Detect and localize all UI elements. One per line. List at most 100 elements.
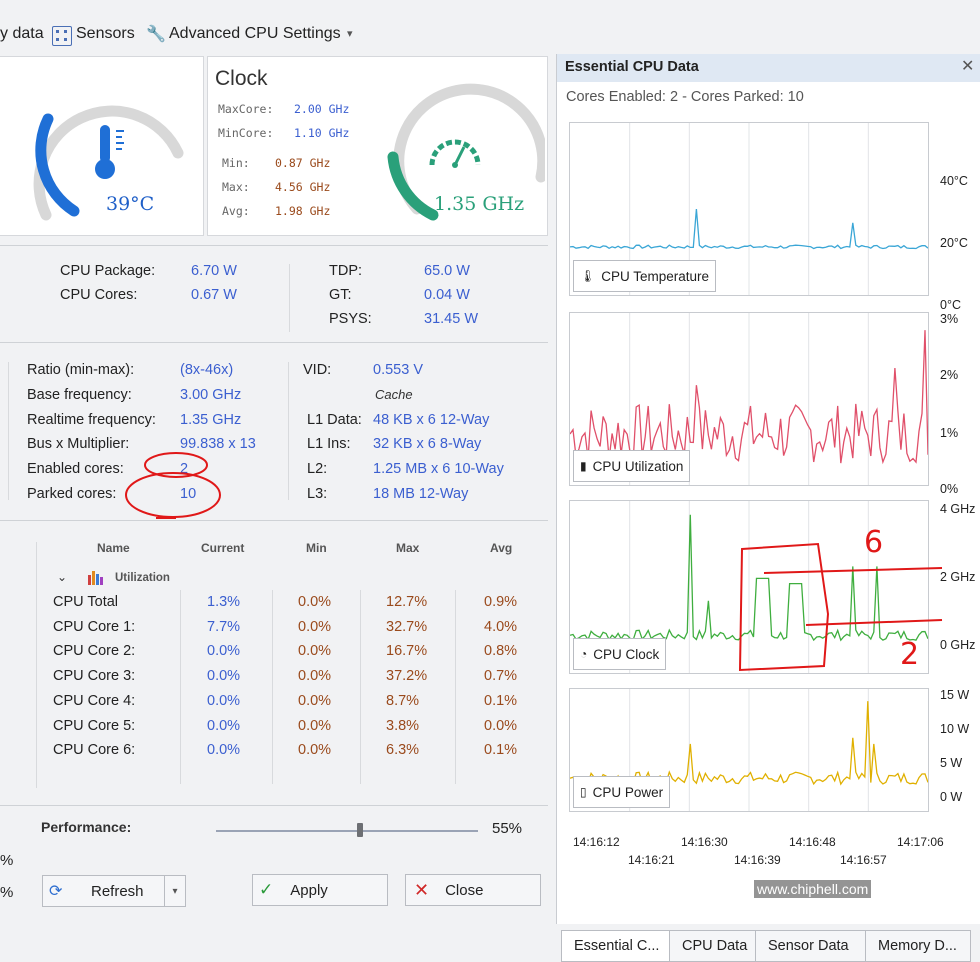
toolbar: y data Sensors 🔧 Advanced CPU Settings ▾	[0, 0, 980, 52]
thermometer-icon: 🌡	[580, 269, 596, 283]
advanced-cpu-settings-button[interactable]: Advanced CPU Settings	[169, 25, 341, 43]
tab-sensor-data[interactable]: Sensor Data	[755, 930, 873, 962]
collapse-chevron-icon[interactable]: ⌄	[57, 570, 67, 584]
refresh-icon: ⟳	[49, 883, 63, 900]
clock-title: Clock	[215, 67, 268, 90]
column-header-current[interactable]: Current	[201, 541, 244, 555]
avg-value: 1.98 GHz	[275, 204, 331, 218]
performance-slider-track[interactable]	[216, 830, 478, 832]
refresh-button[interactable]: ⟳ Refresh ▾	[42, 875, 186, 907]
chart-label: 🌡 CPU Temperature	[573, 260, 717, 292]
left-pane: 39°C Clock MaxCore: 2.00 GHz MinCore: 1.…	[0, 52, 552, 924]
check-icon: ✓	[259, 880, 274, 899]
l1-ins-value: 32 KB x 6 8-Way	[373, 436, 482, 452]
row-name: CPU Core 1:	[53, 618, 136, 635]
max-label: Max:	[222, 180, 250, 194]
base-frequency-value: 3.00 GHz	[180, 387, 242, 403]
l1-data-value: 48 KB x 6 12-Way	[373, 412, 490, 428]
chevron-down-icon[interactable]: ▾	[347, 27, 353, 40]
axis-tick-label: 3%	[940, 312, 959, 326]
chart-2: ◔ CPU Clock	[569, 500, 929, 674]
bus-multiplier-label: Bus x Multiplier:	[27, 436, 130, 452]
divider	[36, 542, 37, 788]
row-cell: 0.0%	[298, 618, 332, 635]
row-cell: 0.0%	[207, 717, 241, 734]
row-cell: 0.1%	[484, 692, 518, 709]
axis-tick-label: 1%	[940, 426, 959, 440]
chart-title: CPU Temperature	[601, 268, 710, 284]
time-tick-label: 14:16:21	[628, 853, 675, 867]
temperature-value: 39°C	[106, 193, 155, 215]
performance-slider-thumb[interactable]	[357, 823, 364, 837]
row-name: CPU Core 2:	[53, 643, 136, 660]
refresh-label: Refresh	[91, 882, 144, 900]
gt-label: GT:	[329, 287, 352, 303]
l2-label: L2:	[307, 461, 328, 477]
clock-card: Clock MaxCore: 2.00 GHz MinCore: 1.10 GH…	[207, 56, 548, 236]
cores-status: Cores Enabled: 2 - Cores Parked: 10	[566, 89, 804, 105]
row-name: CPU Core 3:	[53, 668, 136, 685]
row-name: CPU Total	[53, 594, 119, 610]
time-tick-label: 14:16:48	[789, 835, 836, 849]
divider	[288, 362, 289, 500]
apply-button[interactable]: ✓ Apply	[252, 874, 388, 906]
l1-data-label: L1 Data:	[307, 412, 362, 428]
l3-label: L3:	[307, 486, 328, 502]
column-header-avg[interactable]: Avg	[490, 541, 512, 555]
tab-data[interactable]: y data	[0, 25, 44, 43]
axis-tick-label: 0°C	[940, 298, 961, 312]
vid-label: VID:	[303, 362, 332, 378]
row-cell: 0.0%	[207, 643, 241, 660]
divider	[272, 590, 273, 784]
panel-close-icon[interactable]: ✕	[961, 56, 974, 76]
row-cell: 0.0%	[298, 692, 332, 709]
close-label: Close	[445, 881, 484, 899]
row-cell: 32.7%	[386, 618, 428, 635]
tdp-value: 65.0 W	[424, 263, 470, 279]
row-cell: 16.7%	[386, 643, 428, 660]
column-header-name[interactable]: Name	[97, 541, 130, 555]
refresh-dropdown-chevron-icon[interactable]: ▾	[164, 876, 185, 906]
column-header-max[interactable]: Max	[396, 541, 419, 555]
row-cell: 0.0%	[207, 742, 241, 759]
tab-cpu-data[interactable]: CPU Data	[669, 930, 763, 962]
apply-label: Apply	[290, 881, 328, 899]
max-value: 4.56 GHz	[275, 180, 331, 194]
sensors-button[interactable]: Sensors	[76, 25, 135, 43]
divider	[289, 264, 290, 332]
row-cell: 37.2%	[386, 668, 428, 685]
axis-tick-label: 20°C	[940, 236, 968, 250]
row-cell: 0.7%	[484, 668, 518, 685]
vid-value: 0.553 V	[373, 362, 423, 378]
tab-essential-cpu[interactable]: Essential C...	[561, 930, 677, 962]
chart-title: CPU Clock	[593, 646, 660, 662]
panel-title: Essential CPU Data	[565, 59, 699, 75]
watermark-text: www.chiphell.com	[754, 880, 872, 898]
tab-label: Memory D...	[878, 938, 957, 954]
l2-value: 1.25 MB x 6 10-Way	[373, 461, 504, 477]
sensors-icon	[52, 26, 72, 46]
bus-multiplier-value: 99.838 x 13	[180, 436, 256, 452]
gt-value: 0.04 W	[424, 287, 470, 303]
temperature-card: 39°C	[0, 56, 204, 236]
utilization-icon	[88, 571, 103, 585]
row-cell: 7.7%	[207, 618, 241, 635]
row-cell: 12.7%	[386, 594, 428, 610]
column-header-min[interactable]: Min	[306, 541, 327, 555]
cpu-cores-value: 0.67 W	[191, 287, 237, 303]
parked-cores-label: Parked cores:	[27, 486, 117, 502]
tab-memory-data[interactable]: Memory D...	[865, 930, 971, 962]
parked-cores-value: 10	[180, 486, 197, 502]
enabled-cores-label: Enabled cores:	[27, 461, 124, 477]
axis-tick-label: 0 W	[940, 790, 963, 804]
partial-percent-label: %	[0, 884, 14, 901]
axis-tick-label: 5 W	[940, 756, 963, 770]
ratio-value: (8x-46x)	[180, 362, 234, 378]
axis-tick-label: 0 GHz	[940, 638, 976, 652]
close-button[interactable]: ✕ Close	[405, 874, 541, 906]
avg-label: Avg:	[222, 204, 250, 218]
row-cell: 0.1%	[484, 742, 518, 759]
chart-label: ◔ CPU Clock	[573, 638, 667, 670]
min-value: 0.87 GHz	[275, 156, 331, 170]
panel-title-bar: Essential CPU Data ✕	[557, 54, 980, 82]
